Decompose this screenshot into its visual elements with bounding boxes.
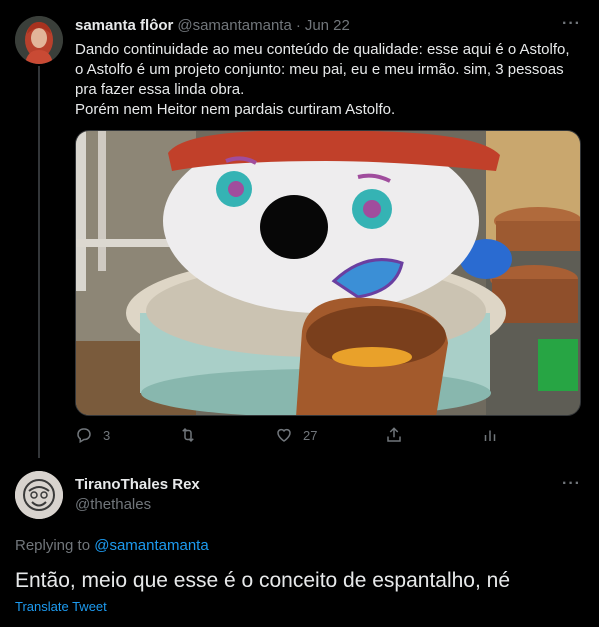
tweet-header: samanta flôor @samantamanta · Jun 22 — [75, 17, 350, 34]
tweet-text-line: o Astolfo é um projeto conjunto: meu pai… — [75, 61, 564, 78]
tweet-text-line: pra fazer essa linda obra. — [75, 81, 245, 98]
share-icon — [387, 427, 401, 442]
thread-connector-line — [38, 66, 40, 458]
retweet-icon — [182, 427, 194, 443]
reply-count: 3 — [103, 427, 111, 443]
author-name[interactable]: samanta flôor — [75, 17, 173, 34]
reply-button[interactable]: 3 — [75, 426, 110, 444]
tweet-actions-bar: 3 27 — [75, 426, 515, 448]
share-button[interactable] — [385, 426, 403, 444]
avatar-photo — [15, 16, 63, 64]
analytics-icon — [484, 430, 496, 441]
tweet-photo[interactable] — [75, 130, 581, 416]
like-button[interactable]: 27 — [275, 426, 317, 444]
photo-scene — [76, 131, 580, 415]
replying-to-link[interactable]: @samantamanta — [94, 537, 208, 554]
replying-to-prefix: Replying to — [15, 537, 91, 554]
reply-icon — [77, 428, 91, 444]
tweet-text: Dando continuidade ao meu conteúdo de qu… — [75, 40, 585, 120]
avatar[interactable] — [15, 471, 63, 519]
heart-icon — [277, 428, 291, 442]
tweet-text-line: Dando continuidade ao meu conteúdo de qu… — [75, 41, 570, 58]
analytics-button[interactable] — [481, 426, 499, 444]
more-options-icon[interactable]: ··· — [562, 475, 581, 493]
avatar-drawing — [15, 471, 63, 519]
retweet-button[interactable] — [178, 426, 208, 444]
reply-author-handle[interactable]: @thethales — [75, 496, 151, 513]
tweet-text-line: Porém nem Heitor nem pardais curtiram As… — [75, 101, 396, 118]
replying-to-line: Replying to @samantamanta — [15, 537, 209, 554]
avatar[interactable] — [15, 16, 63, 64]
like-count: 27 — [303, 427, 318, 443]
separator-dot: · — [295, 17, 301, 34]
reply-author-name[interactable]: TiranoThales Rex — [75, 476, 200, 493]
more-options-icon[interactable]: ··· — [562, 15, 581, 33]
translate-tweet-link[interactable]: Translate Tweet — [15, 599, 107, 614]
author-handle[interactable]: @samantamanta — [177, 17, 291, 34]
tweet-date[interactable]: Jun 22 — [305, 17, 350, 34]
reply-text: Então, meio que esse é o conceito de esp… — [15, 569, 511, 592]
